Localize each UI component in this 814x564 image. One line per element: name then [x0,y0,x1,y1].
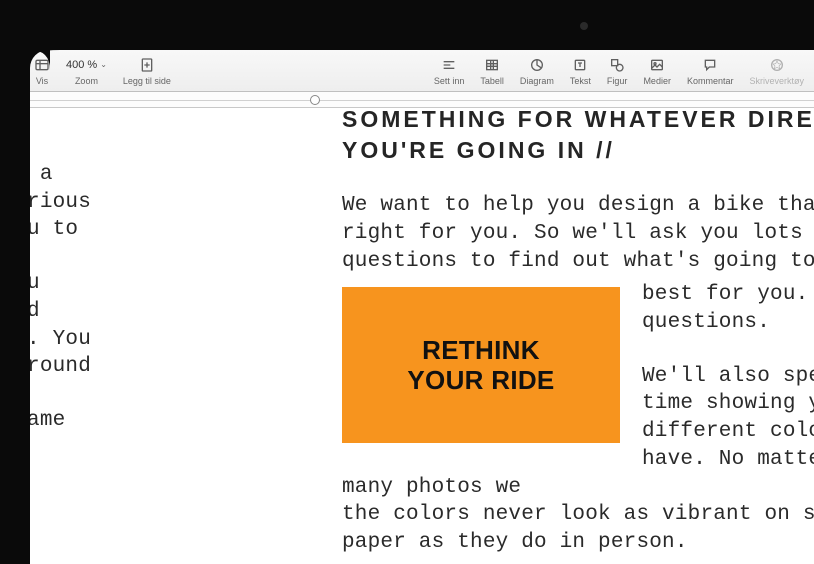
shape-icon [609,56,625,74]
body-text[interactable]: the colors never look as vibrant on s pa… [342,501,814,556]
view-icon [34,56,50,74]
comment-button[interactable]: Kommentar [687,56,734,86]
chart-button[interactable]: Diagram [520,56,554,86]
body-text[interactable]: We want to help you design a bike tha ri… [342,192,814,275]
comment-icon [702,56,718,74]
writing-tools-icon [769,56,785,74]
callout-box[interactable]: RETHINK YOUR RIDE [342,287,620,443]
media-icon [649,56,665,74]
document-canvas[interactable]: PERIENCE // s to test-drive a at's why t… [30,108,814,564]
view-button[interactable]: Vis [34,56,50,86]
shape-button[interactable]: Figur [607,56,628,86]
camera-icon [580,22,588,30]
right-heading[interactable]: SOMETHING FOR WHATEVER DIREC YOU'RE GOIN… [342,108,814,166]
chevron-down-icon: ⌄ [100,60,107,69]
writing-tools-button[interactable]: Skriveverktøy [749,56,804,86]
insert-button[interactable]: Sett inn [434,56,465,86]
toolbar: Vis 400 % ⌄ Zoom Legg til side [30,50,814,92]
insert-icon [441,56,457,74]
callout-text: RETHINK YOUR RIDE [389,335,572,396]
zoom-value: 400 % [66,59,97,71]
body-text[interactable]: s to test-drive a at's why the various v… [30,161,310,244]
add-page-icon [139,56,155,74]
left-heading[interactable]: PERIENCE // [30,108,310,135]
add-page-button[interactable]: Legg til side [123,56,171,86]
text-icon [572,56,588,74]
table-icon [484,56,500,74]
table-button[interactable]: Tabell [480,56,504,86]
body-text[interactable]: ck the right frame measurements to lebar… [30,407,310,490]
chart-icon [529,56,545,74]
ruler-marker[interactable] [310,95,320,105]
text-button[interactable]: Tekst [570,56,591,86]
body-text[interactable]: to chat with you you're after and ght li… [30,270,310,381]
ruler[interactable] [30,92,814,108]
zoom-control[interactable]: 400 % ⌄ Zoom [64,56,109,86]
media-button[interactable]: Medier [643,56,671,86]
